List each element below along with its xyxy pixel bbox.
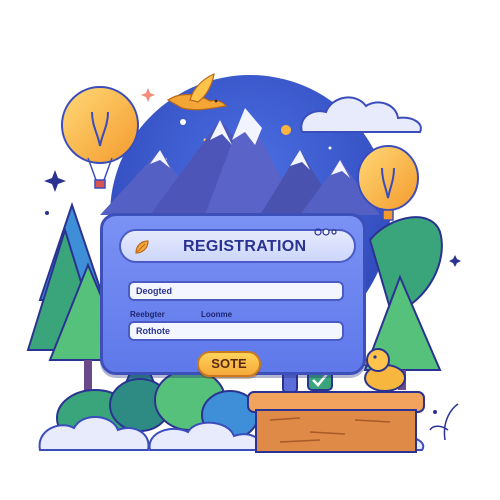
leaf-icon (135, 240, 149, 254)
form-title: REGISTRATION (183, 238, 307, 255)
text-field-1[interactable]: Deogted (128, 281, 344, 301)
submit-button[interactable]: SOTE (197, 351, 261, 377)
registration-card: REGISTRATION Deogted Reebgter Loonme Rot… (100, 213, 366, 377)
window-dots-icon (314, 228, 337, 236)
grass-sprig (429, 403, 459, 441)
field-label-left: Reebgter (130, 310, 165, 319)
text-field-2-value: Rothote (136, 326, 170, 336)
stone-wall (247, 391, 425, 453)
field-label-right: Loonme (201, 310, 233, 319)
text-field-1-value: Deogted (136, 286, 172, 296)
text-field-2[interactable]: Rothote (128, 321, 344, 341)
